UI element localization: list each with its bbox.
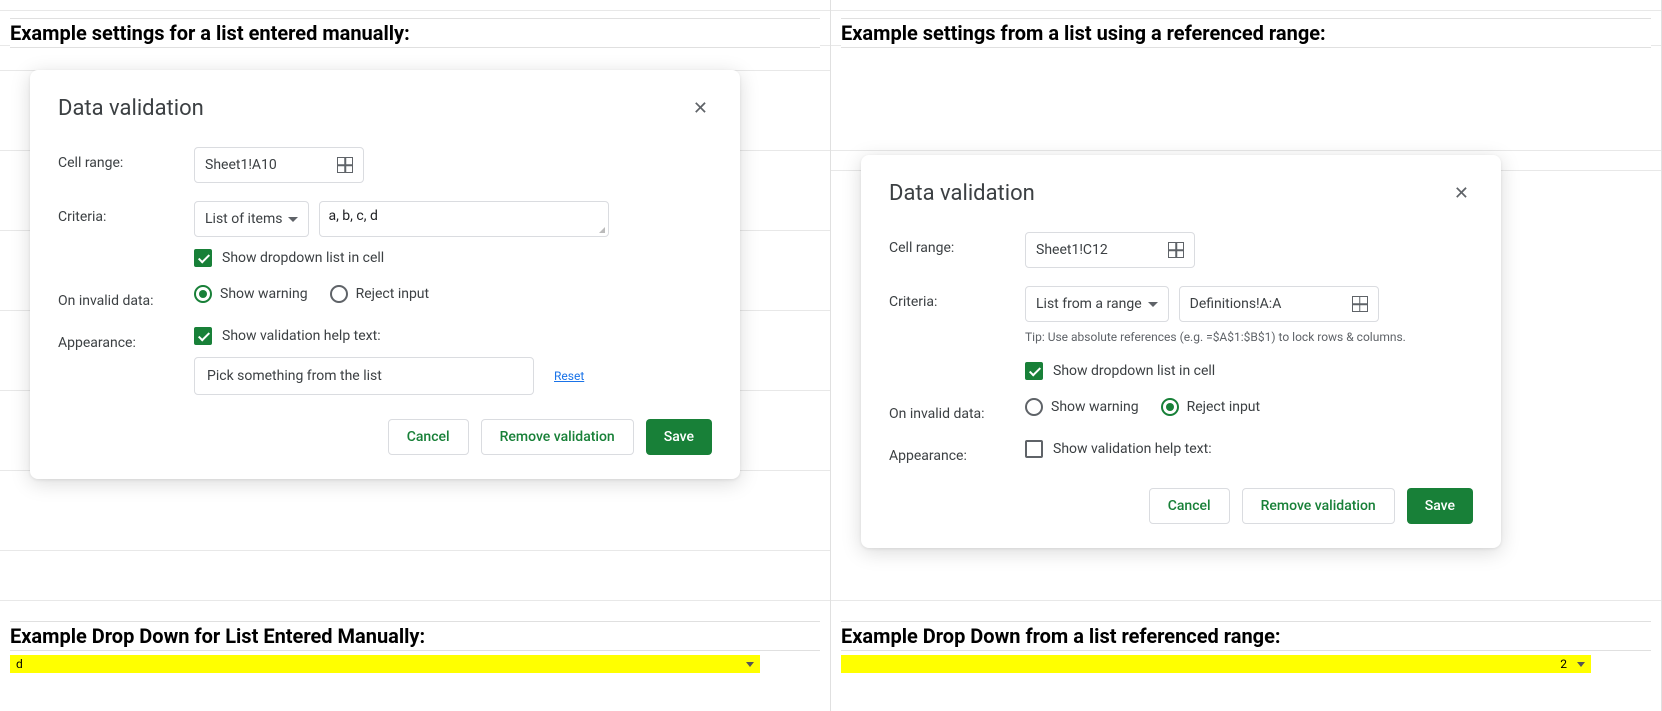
chevron-down-icon[interactable] [1577,662,1585,667]
criteria-type-dropdown[interactable]: List from a range [1025,286,1169,322]
criteria-range-input[interactable]: Definitions!A:A [1179,286,1379,322]
save-button[interactable]: Save [1407,488,1473,524]
grid-icon[interactable] [1352,296,1368,312]
cell-range-label: Cell range: [58,147,178,171]
help-text-input[interactable]: Pick something from the list [194,357,534,395]
cell-range-value: Sheet1!C12 [1036,242,1108,258]
show-warning-radio[interactable] [1025,398,1043,416]
close-icon[interactable]: ✕ [1450,179,1473,208]
data-validation-dialog: Data validation ✕ Cell range: Sheet1!A10… [30,70,740,479]
dropdown-cell-right[interactable]: 2 [841,655,1591,673]
show-dropdown-label: Show dropdown list in cell [222,250,384,266]
data-validation-dialog: Data validation ✕ Cell range: Sheet1!C12… [861,155,1501,548]
cancel-button[interactable]: Cancel [1149,488,1230,524]
grid-icon[interactable] [1168,242,1184,258]
help-text-checkbox[interactable] [194,327,212,345]
show-dropdown-label: Show dropdown list in cell [1053,363,1215,379]
show-warning-label: Show warning [220,286,308,302]
show-warning-label: Show warning [1051,399,1139,415]
reject-input-label: Reject input [356,286,430,302]
resize-handle-icon[interactable] [596,224,606,234]
save-button[interactable]: Save [646,419,712,455]
show-warning-radio[interactable] [194,285,212,303]
remove-validation-button[interactable]: Remove validation [1242,488,1395,524]
chevron-down-icon [288,217,298,222]
criteria-value-input[interactable]: a, b, c, d [319,201,609,237]
criteria-type-dropdown[interactable]: List of items [194,201,309,237]
reject-input-label: Reject input [1187,399,1261,415]
cell-range-value: Sheet1!A10 [205,157,277,173]
reject-input-radio[interactable] [330,285,348,303]
heading-right-settings: Example settings from a list using a ref… [841,18,1651,48]
criteria-value-text: a, b, c, d [328,208,377,224]
help-text-value: Pick something from the list [207,368,382,384]
close-icon[interactable]: ✕ [689,94,712,123]
appearance-label: Appearance: [889,440,1009,464]
dropdown-cell-value: 2 [1560,657,1567,671]
left-column: Example settings for a list entered manu… [0,0,831,711]
dialog-title: Data validation [58,96,204,121]
reject-input-radio[interactable] [1161,398,1179,416]
criteria-label: Criteria: [889,286,1009,310]
cell-range-input[interactable]: Sheet1!A10 [194,147,364,183]
heading-left-dropdown: Example Drop Down for List Entered Manua… [10,621,820,651]
right-column: Example settings from a list using a ref… [831,0,1662,711]
heading-left-settings: Example settings for a list entered manu… [10,18,820,48]
dialog-title: Data validation [889,181,1035,206]
grid-icon[interactable] [337,157,353,173]
remove-validation-button[interactable]: Remove validation [481,419,634,455]
dropdown-cell-left[interactable]: d [10,655,760,673]
help-text-checkbox[interactable] [1025,440,1043,458]
criteria-type-value: List of items [205,211,282,227]
tip-text: Tip: Use absolute references (e.g. =$A$1… [1025,330,1473,344]
criteria-type-value: List from a range [1036,296,1142,312]
dropdown-cell-value: d [16,657,23,671]
on-invalid-label: On invalid data: [889,398,1009,422]
criteria-label: Criteria: [58,201,178,225]
chevron-down-icon[interactable] [746,662,754,667]
appearance-label: Appearance: [58,327,178,351]
help-text-label: Show validation help text: [222,328,381,344]
criteria-range-value: Definitions!A:A [1190,296,1282,312]
heading-right-dropdown: Example Drop Down from a list referenced… [841,621,1651,651]
cell-range-label: Cell range: [889,232,1009,256]
on-invalid-label: On invalid data: [58,285,178,309]
show-dropdown-checkbox[interactable] [1025,362,1043,380]
reset-link[interactable]: Reset [554,369,584,383]
show-dropdown-checkbox[interactable] [194,249,212,267]
cell-range-input[interactable]: Sheet1!C12 [1025,232,1195,268]
cancel-button[interactable]: Cancel [388,419,469,455]
chevron-down-icon [1148,302,1158,307]
help-text-label: Show validation help text: [1053,441,1212,457]
